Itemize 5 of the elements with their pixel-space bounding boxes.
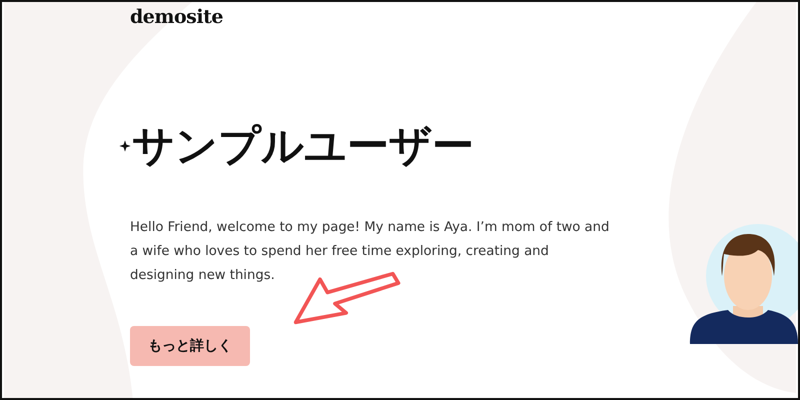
sparkle-icon <box>118 139 132 153</box>
hero-title: サンプルユーザー <box>132 120 474 172</box>
site-logo[interactable]: demosite <box>130 6 223 28</box>
intro-paragraph: Hello Friend, welcome to my page! My name is Aya. I’m mom of two and a wife who loves to spend her free time exploring, creating and designing new things. <box>130 219 610 285</box>
more-button[interactable]: もっと詳しく <box>130 326 250 366</box>
